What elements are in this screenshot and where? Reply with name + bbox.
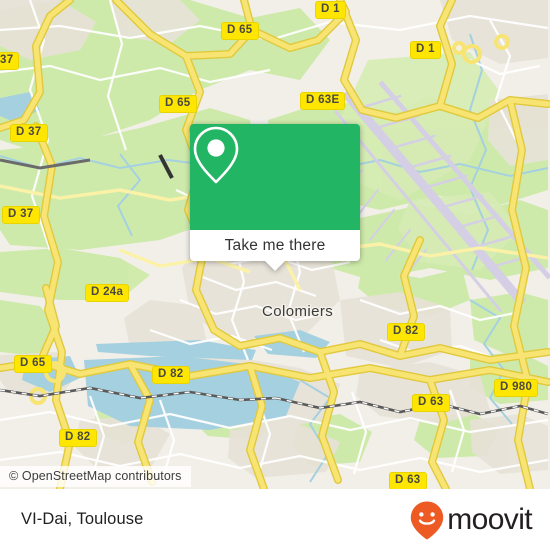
road-shield: D 24a (85, 284, 130, 302)
road-shield: D 63 (389, 472, 427, 489)
footer-bar: VI-Dai, Toulouse moovit (0, 489, 550, 550)
road-shield: D 37 (10, 124, 48, 142)
road-shield: D 980 (494, 379, 539, 397)
road-shield: 37 (0, 52, 20, 70)
road-shield: D 65 (159, 95, 197, 113)
destination-popup[interactable]: Take me there (190, 124, 360, 271)
road-shield: D 1 (315, 1, 346, 19)
road-shield: D 63 (412, 394, 450, 412)
moovit-wordmark: moovit (447, 502, 532, 536)
map-attribution[interactable]: © OpenStreetMap contributors (0, 466, 191, 487)
road-shield: D 65 (14, 355, 52, 373)
popup-pointer (264, 260, 286, 271)
road-shield: D 82 (59, 429, 97, 447)
map-pin-icon (193, 126, 239, 184)
take-me-there-label: Take me there (224, 236, 326, 254)
take-me-there-button[interactable]: Take me there (190, 230, 360, 271)
popup-header (190, 124, 360, 230)
road-shield: D 1 (410, 41, 441, 59)
road-shield: D 63E (300, 92, 346, 110)
road-shield: D 65 (221, 22, 259, 40)
moovit-pin-icon (411, 501, 444, 539)
road-shield: D 82 (387, 323, 425, 341)
screen: Colomiers D 65 D 1 D 1 37 D 65 D 63E D 3… (0, 0, 550, 550)
place-label-colomiers: Colomiers (262, 303, 334, 320)
moovit-logo[interactable]: moovit (409, 500, 533, 540)
location-title: VI-Dai, Toulouse (21, 510, 144, 528)
road-shield: D 82 (152, 366, 190, 384)
road-shield: D 37 (2, 206, 40, 224)
map-canvas[interactable]: Colomiers D 65 D 1 D 1 37 D 65 D 63E D 3… (0, 0, 550, 489)
